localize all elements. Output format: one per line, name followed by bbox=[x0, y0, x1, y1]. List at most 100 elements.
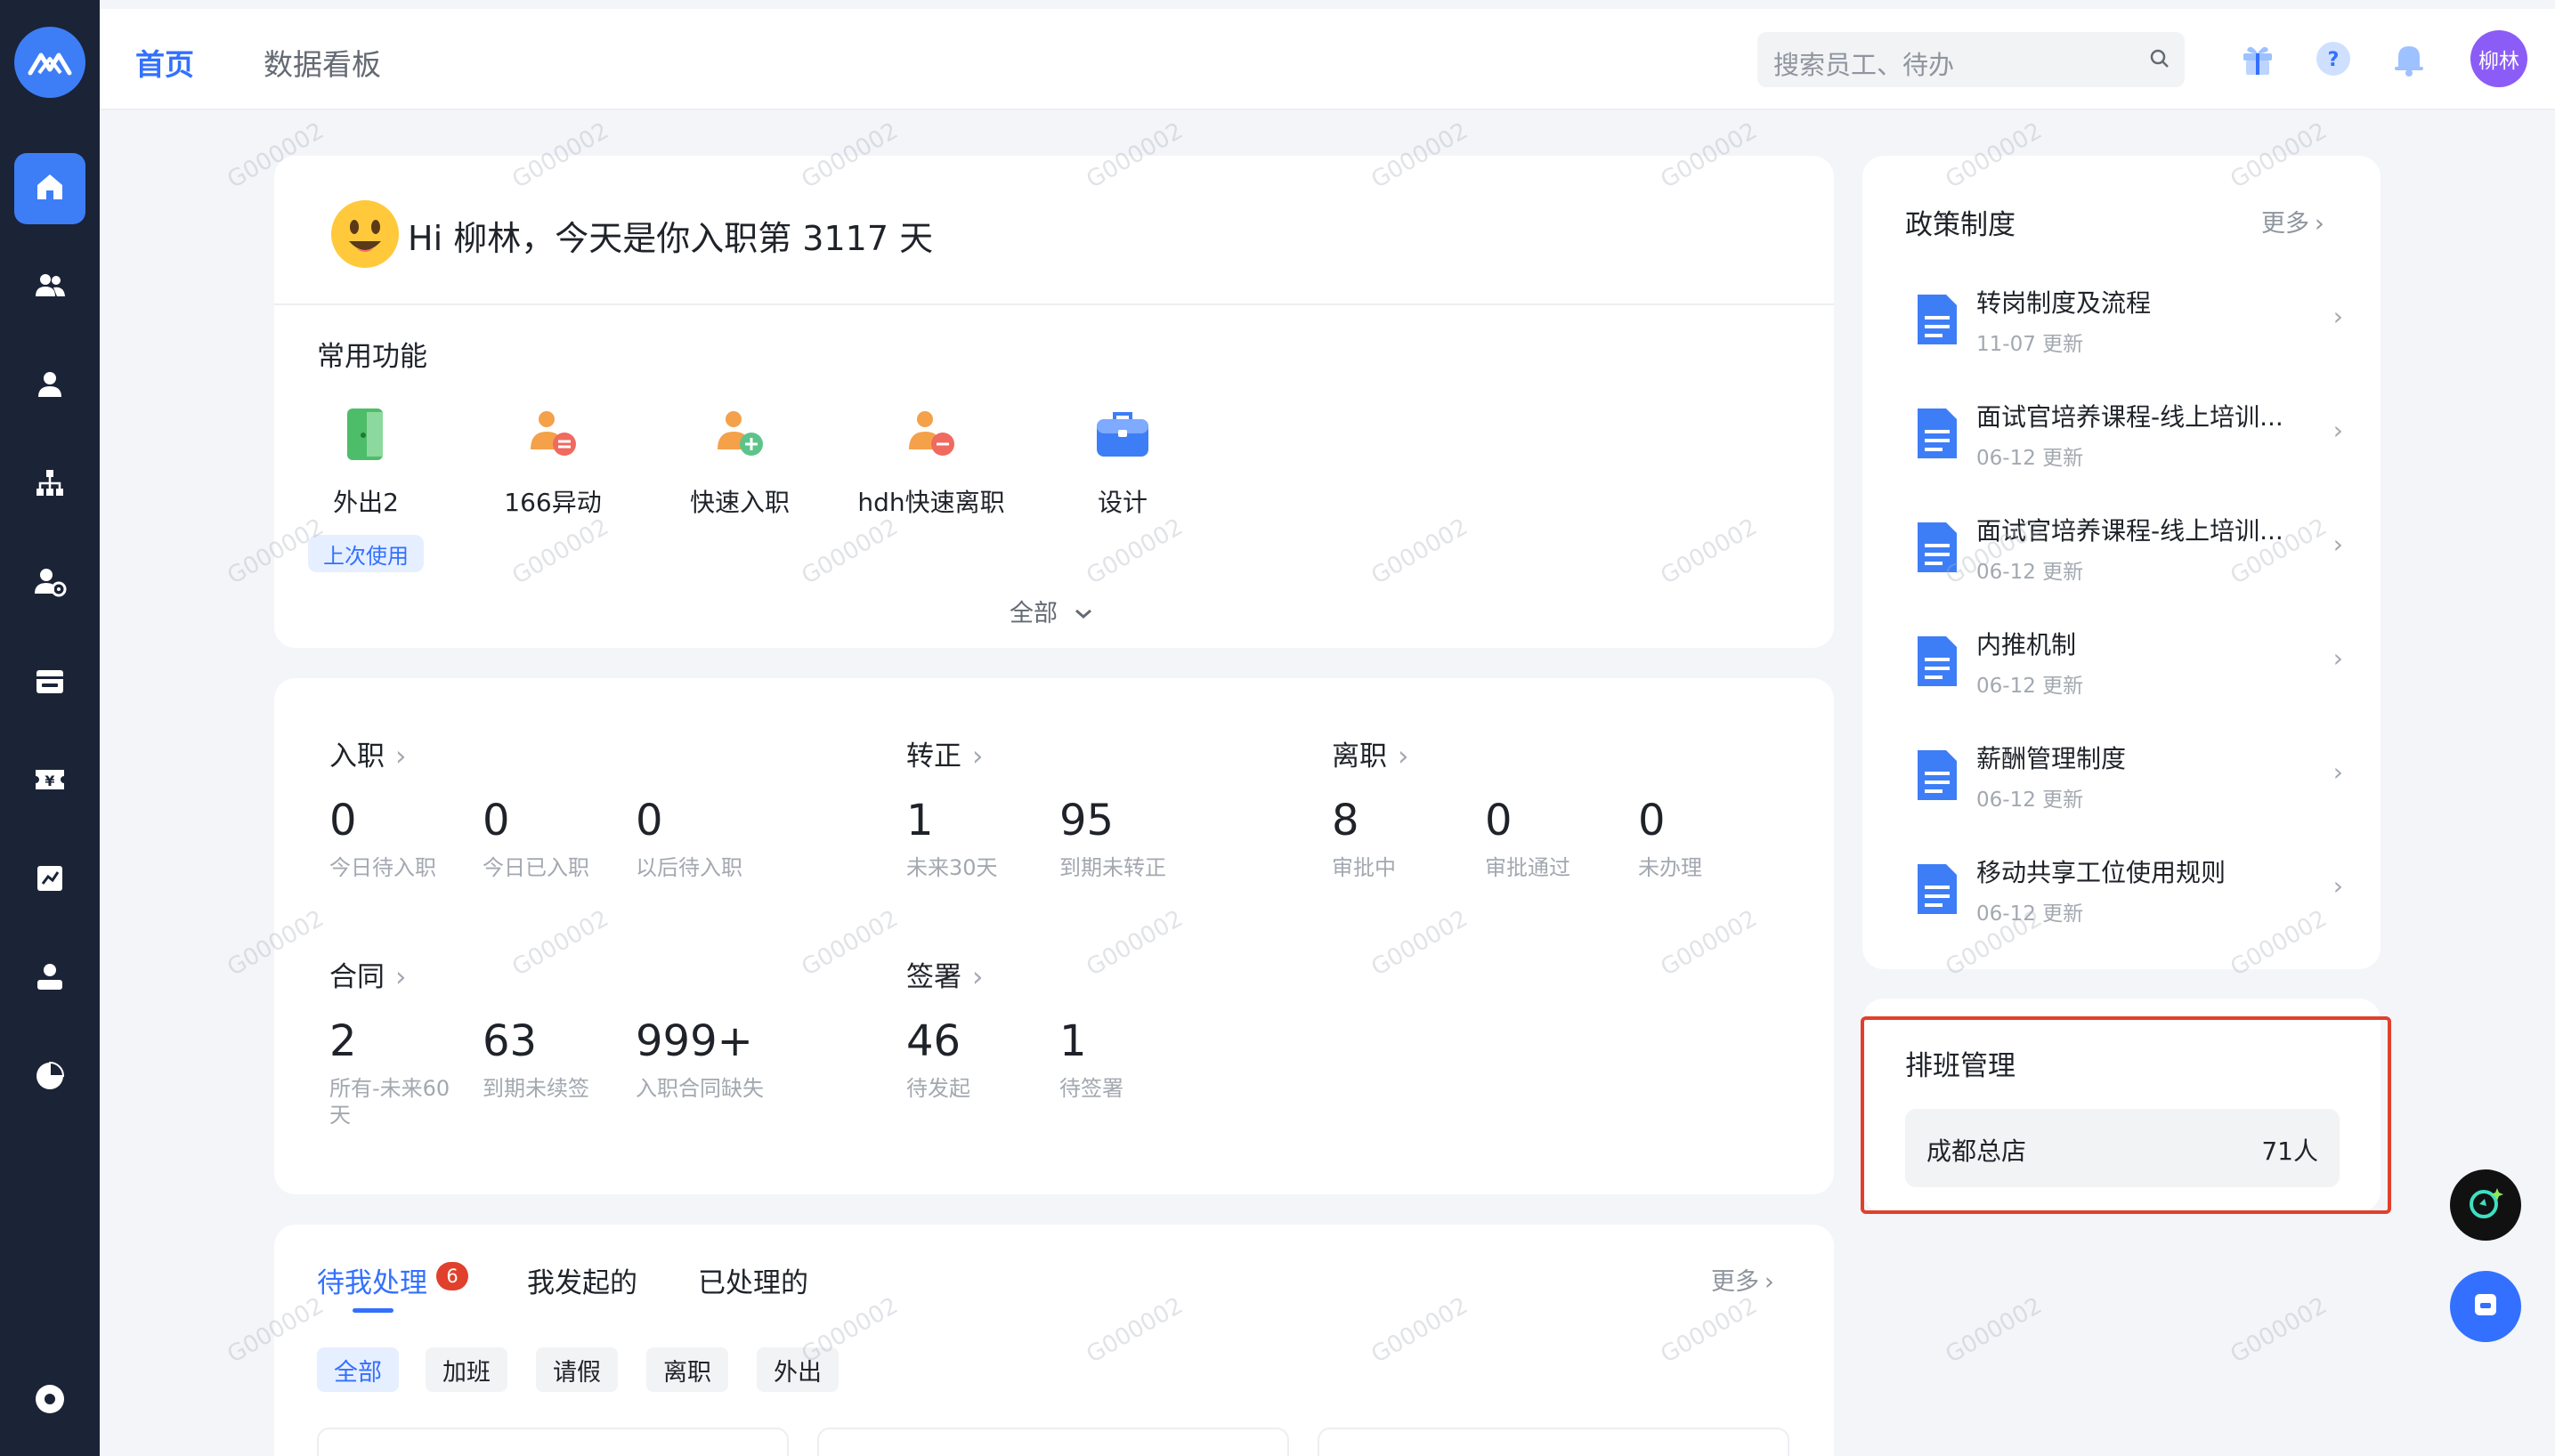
chevron-right-icon: › bbox=[2332, 643, 2343, 673]
todo-more-link[interactable]: 更多 › bbox=[1711, 1262, 1774, 1297]
function-label: 外出2 bbox=[333, 488, 399, 517]
stat-item[interactable]: 0 今日待入职 bbox=[329, 796, 436, 881]
chevron-down-icon bbox=[1073, 600, 1094, 627]
chevron-right-icon: › bbox=[395, 740, 407, 772]
tab-todo[interactable]: 待我处理 bbox=[317, 1260, 427, 1300]
stat-item[interactable]: 2 所有-未来60天 bbox=[329, 1016, 463, 1128]
tab-home[interactable]: 首页 bbox=[135, 41, 194, 84]
stat-head-resign[interactable]: 离职 › bbox=[1332, 733, 1408, 773]
stat-head-contract[interactable]: 合同 › bbox=[329, 954, 406, 994]
person-add-icon bbox=[709, 403, 771, 465]
stat-item[interactable]: 0 未办理 bbox=[1638, 796, 1702, 881]
bell-icon[interactable] bbox=[2388, 37, 2430, 80]
settings-icon bbox=[32, 1381, 68, 1420]
message-icon bbox=[2468, 1287, 2503, 1326]
pie-chart-icon bbox=[32, 1058, 68, 1097]
policy-item[interactable]: 面试官培养课程-线上培训... 06-12 更新 › bbox=[1862, 380, 2379, 494]
stat-item[interactable]: 0 以后待入职 bbox=[636, 796, 742, 881]
chevron-right-icon: › bbox=[2332, 302, 2343, 331]
stats-card: 入职 › 0 今日待入职 0 今日已入职 0 以后待入职 转正 › 1 未来30天 95 到期… bbox=[274, 678, 1834, 1194]
stat-head-regular[interactable]: 转正 › bbox=[906, 733, 983, 773]
sidebar-item-settings[interactable] bbox=[14, 1365, 85, 1436]
chevron-right-icon: › bbox=[395, 961, 407, 993]
chevron-right-icon: › bbox=[2332, 416, 2343, 445]
search-icon[interactable] bbox=[2147, 46, 2172, 75]
store-count: 71人 bbox=[2261, 1136, 2318, 1166]
show-all-button[interactable]: 全部 bbox=[1010, 594, 1094, 628]
function-transfer[interactable]: 166异动 bbox=[473, 403, 633, 519]
avatar[interactable]: 柳林 bbox=[2470, 30, 2527, 87]
policy-item[interactable]: 移动共享工位使用规则 06-12 更新 › bbox=[1862, 836, 2379, 950]
filter-leave[interactable]: 请假 bbox=[536, 1347, 618, 1392]
stat-item[interactable]: 63 到期未续签 bbox=[483, 1016, 589, 1102]
policy-title: 政策制度 bbox=[1905, 209, 2016, 241]
policy-more-link[interactable]: 更多 › bbox=[2261, 204, 2324, 239]
stat-head-sign[interactable]: 签署 › bbox=[906, 954, 983, 994]
policy-item[interactable]: 内推机制 06-12 更新 › bbox=[1862, 608, 2379, 722]
door-icon bbox=[335, 403, 397, 465]
sidebar-item-home[interactable] bbox=[14, 153, 85, 224]
function-label: 166异动 bbox=[504, 488, 602, 517]
stat-item[interactable]: 95 到期未转正 bbox=[1059, 796, 1166, 881]
document-icon bbox=[1914, 291, 1960, 352]
sidebar-item-person[interactable] bbox=[14, 351, 85, 422]
sidebar-item-org[interactable] bbox=[14, 449, 85, 521]
function-quick-resign[interactable]: hdh快速离职 bbox=[847, 403, 1016, 519]
stat-item[interactable]: 999+ 入职合同缺失 bbox=[636, 1016, 764, 1102]
todo-item-card[interactable] bbox=[317, 1428, 789, 1456]
schedule-store-row[interactable]: 成都总店 71人 bbox=[1905, 1109, 2340, 1187]
stat-item[interactable]: 1 未来30天 bbox=[906, 796, 998, 881]
stat-item[interactable]: 0 审批通过 bbox=[1485, 796, 1570, 881]
todo-card: 待我处理 6 我发起的 已处理的 更多 › 全部 加班 请假 离职 外出 bbox=[274, 1225, 1834, 1456]
chevron-right-icon: › bbox=[2332, 871, 2343, 901]
tab-dashboard[interactable]: 数据看板 bbox=[264, 41, 381, 84]
tab-initiated[interactable]: 我发起的 bbox=[527, 1260, 637, 1300]
filter-go-out[interactable]: 外出 bbox=[757, 1347, 839, 1392]
ai-assistant-button[interactable] bbox=[2450, 1169, 2521, 1241]
welcome-card: Hi 柳林，今天是你入职第 3117 天 常用功能 外出2 166异动 快速入职… bbox=[274, 156, 1834, 648]
stat-item[interactable]: 0 今日已入职 bbox=[483, 796, 589, 881]
person-icon bbox=[32, 367, 68, 406]
todo-count-badge: 6 bbox=[436, 1262, 468, 1290]
filter-overtime[interactable]: 加班 bbox=[426, 1347, 507, 1392]
sidebar-item-report[interactable] bbox=[14, 845, 85, 916]
divider bbox=[274, 303, 1834, 305]
todo-item-card[interactable] bbox=[817, 1428, 1289, 1456]
stat-head-onboard[interactable]: 入职 › bbox=[329, 733, 406, 773]
calendar-icon bbox=[32, 663, 68, 702]
org-chart-icon bbox=[32, 465, 68, 505]
last-used-badge: 上次使用 bbox=[308, 535, 424, 572]
search-input[interactable]: 搜索员工、待办 bbox=[1757, 32, 2185, 87]
document-icon bbox=[1914, 747, 1960, 807]
sidebar-item-pie[interactable] bbox=[14, 1042, 85, 1113]
document-icon bbox=[1914, 861, 1960, 921]
filter-all[interactable]: 全部 bbox=[317, 1347, 399, 1392]
sidebar-item-profile[interactable] bbox=[14, 943, 85, 1015]
document-icon bbox=[1914, 405, 1960, 465]
sidebar-item-salary[interactable]: ¥ bbox=[14, 746, 85, 817]
stat-item[interactable]: 1 待签署 bbox=[1059, 1016, 1123, 1102]
logo-icon[interactable] bbox=[14, 27, 85, 98]
sidebar-item-person-settings[interactable] bbox=[14, 548, 85, 619]
tab-processed[interactable]: 已处理的 bbox=[698, 1260, 808, 1300]
stat-item[interactable]: 46 待发起 bbox=[906, 1016, 970, 1102]
stat-item[interactable]: 8 审批中 bbox=[1332, 796, 1396, 881]
function-label: 快速入职 bbox=[689, 488, 790, 517]
person-remove-icon bbox=[900, 403, 962, 465]
gift-icon[interactable] bbox=[2236, 37, 2279, 80]
function-design[interactable]: 设计 bbox=[1042, 403, 1203, 519]
feedback-button[interactable] bbox=[2450, 1271, 2521, 1342]
policy-item[interactable]: 薪酬管理制度 06-12 更新 › bbox=[1862, 722, 2379, 836]
active-tab-indicator bbox=[353, 1308, 393, 1313]
chevron-right-icon: › bbox=[2315, 210, 2324, 238]
policy-item[interactable]: 转岗制度及流程 11-07 更新 › bbox=[1862, 266, 2379, 380]
search-placeholder: 搜索员工、待办 bbox=[1773, 50, 1955, 80]
function-quick-onboard[interactable]: 快速入职 bbox=[660, 403, 820, 519]
help-icon[interactable]: ? bbox=[2312, 37, 2355, 80]
sidebar-item-calendar[interactable] bbox=[14, 647, 85, 718]
todo-item-card[interactable] bbox=[1318, 1428, 1789, 1456]
policy-item[interactable]: 面试官培养课程-线上培训... 06-12 更新 › bbox=[1862, 494, 2379, 608]
function-go-out[interactable]: 外出2 bbox=[286, 403, 446, 519]
sidebar-item-people[interactable] bbox=[14, 252, 85, 323]
filter-resign[interactable]: 离职 bbox=[646, 1347, 728, 1392]
